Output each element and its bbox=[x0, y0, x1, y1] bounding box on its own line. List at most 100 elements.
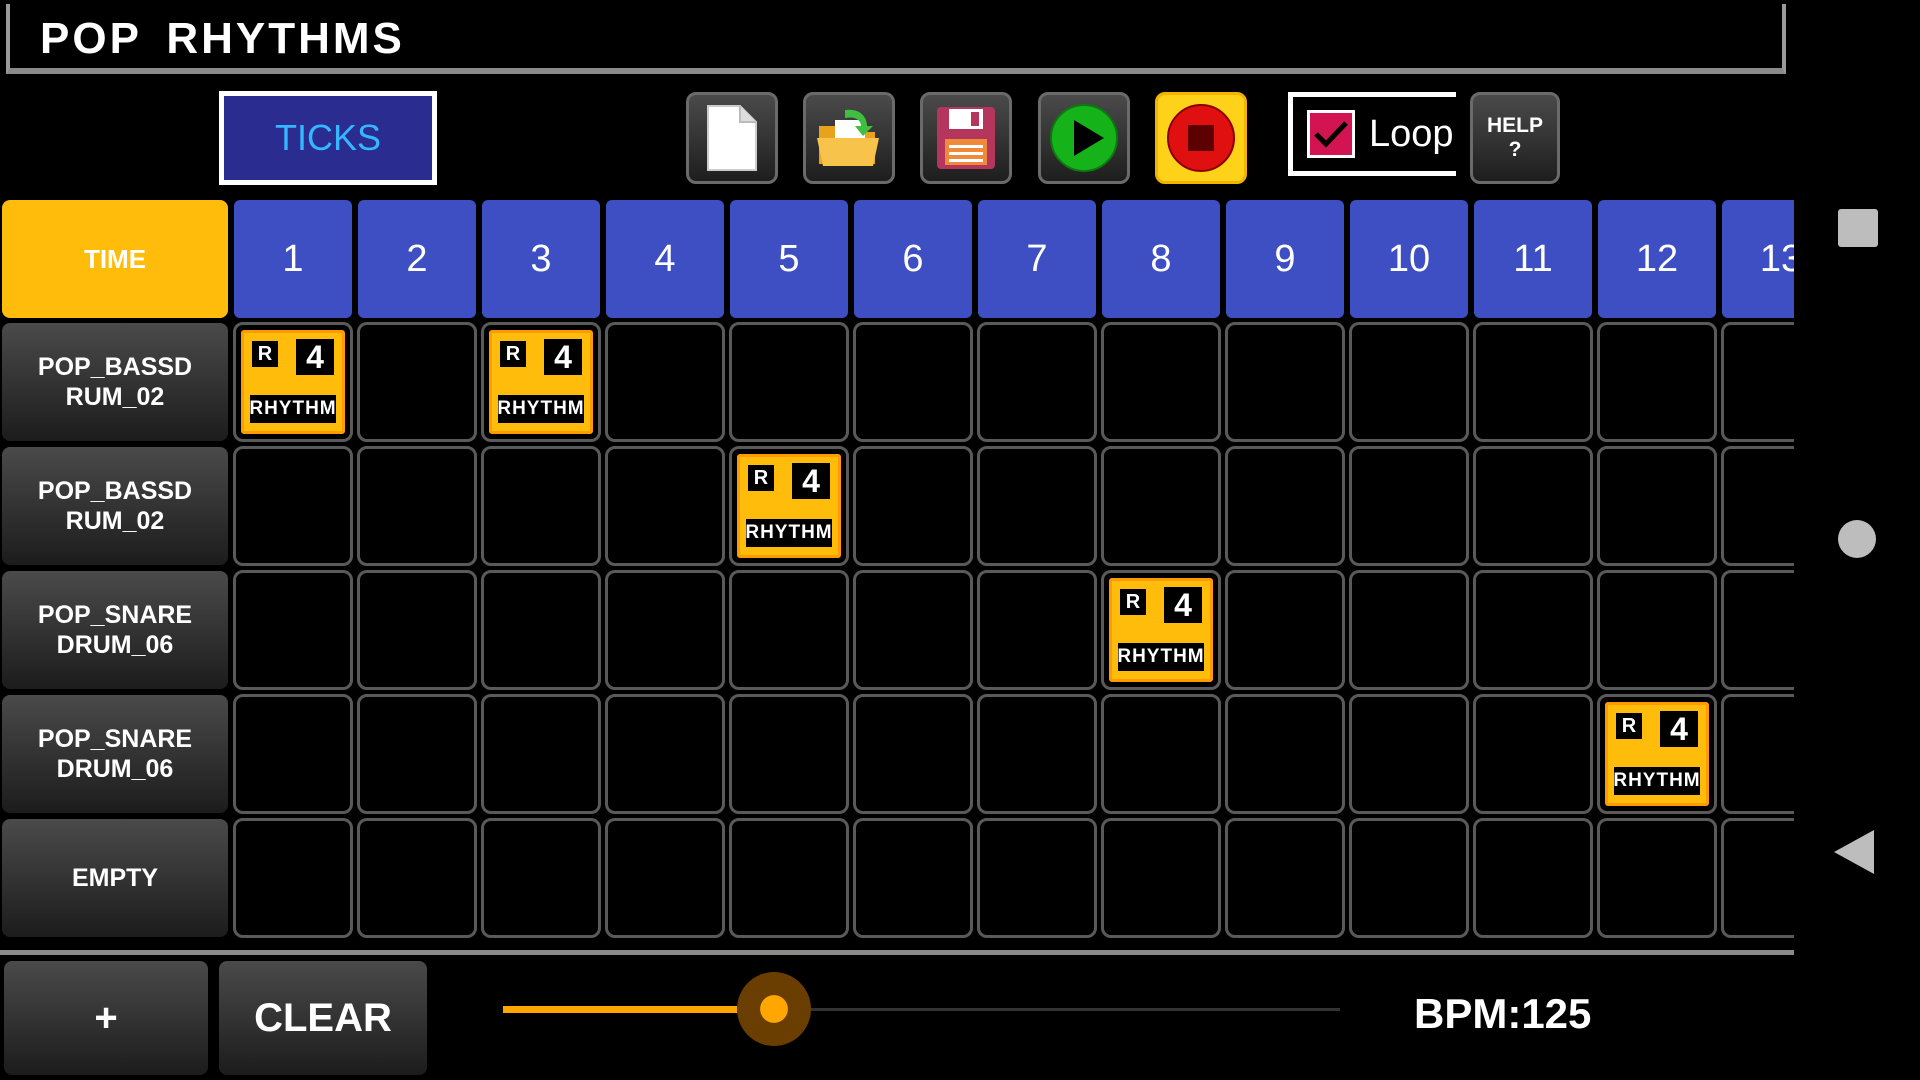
grid-cell[interactable] bbox=[853, 818, 973, 938]
grid-cell[interactable] bbox=[977, 322, 1097, 442]
grid-cell[interactable] bbox=[605, 818, 725, 938]
grid-cell[interactable] bbox=[853, 446, 973, 566]
tempo-slider[interactable] bbox=[503, 972, 1340, 1046]
grid-cell[interactable] bbox=[481, 818, 601, 938]
loop-toggle[interactable]: Loop bbox=[1288, 92, 1456, 176]
grid-cell[interactable] bbox=[1225, 818, 1345, 938]
grid-cell[interactable] bbox=[853, 322, 973, 442]
recent-apps-icon[interactable] bbox=[1838, 209, 1878, 247]
grid-cell[interactable] bbox=[481, 446, 601, 566]
rhythm-block[interactable]: R 4 RHYTHM bbox=[1605, 702, 1709, 806]
sequencer-grid: TIME 1 2 3 4 5 6 7 8 9 10 11 12 13 POP_BASSD RUM_02 R 4 R… bbox=[0, 196, 1794, 944]
grid-cell[interactable] bbox=[1473, 570, 1593, 690]
new-file-button[interactable] bbox=[686, 92, 778, 184]
column-header: 9 bbox=[1226, 200, 1344, 318]
play-button[interactable] bbox=[1038, 92, 1130, 184]
track-label[interactable]: POP_SNARE DRUM_06 bbox=[2, 571, 228, 689]
grid-cell[interactable] bbox=[1349, 446, 1469, 566]
ticks-button[interactable]: TICKS bbox=[219, 91, 437, 185]
rhythm-block[interactable]: R 4 RHYTHM bbox=[489, 330, 593, 434]
grid-cell[interactable] bbox=[1597, 570, 1717, 690]
grid-cell[interactable]: R 4 RHYTHM bbox=[233, 322, 353, 442]
grid-cell[interactable] bbox=[1473, 446, 1593, 566]
grid-cell[interactable] bbox=[1101, 446, 1221, 566]
grid-cell[interactable] bbox=[481, 570, 601, 690]
grid-cell[interactable] bbox=[853, 570, 973, 690]
clear-button[interactable]: CLEAR bbox=[219, 961, 427, 1075]
grid-cell[interactable]: R 4 RHYTHM bbox=[1101, 570, 1221, 690]
grid-cell[interactable] bbox=[1721, 818, 1794, 938]
track-label-text: POP_BASSD RUM_02 bbox=[38, 352, 192, 412]
grid-cell[interactable] bbox=[1473, 818, 1593, 938]
grid-cell[interactable] bbox=[729, 570, 849, 690]
grid-cell[interactable] bbox=[357, 694, 477, 814]
grid-cell[interactable] bbox=[1101, 322, 1221, 442]
tempo-slider-thumb[interactable] bbox=[737, 972, 811, 1046]
track-label[interactable]: EMPTY bbox=[2, 819, 228, 937]
rhythm-block[interactable]: R 4 RHYTHM bbox=[737, 454, 841, 558]
grid-cell[interactable] bbox=[1349, 322, 1469, 442]
grid-cell[interactable] bbox=[729, 818, 849, 938]
grid-cell[interactable] bbox=[1101, 694, 1221, 814]
grid-cell[interactable] bbox=[1597, 322, 1717, 442]
help-button[interactable]: HELP ? bbox=[1470, 92, 1560, 184]
grid-cell[interactable] bbox=[605, 694, 725, 814]
grid-cell[interactable] bbox=[1225, 446, 1345, 566]
grid-cell[interactable] bbox=[1721, 570, 1794, 690]
app-title: POP RHYTHMS bbox=[40, 14, 405, 63]
rhythm-block[interactable]: R 4 RHYTHM bbox=[1109, 578, 1213, 682]
grid-cell[interactable]: R 4 RHYTHM bbox=[1597, 694, 1717, 814]
grid-cell[interactable] bbox=[1349, 694, 1469, 814]
grid-cell[interactable] bbox=[1349, 570, 1469, 690]
home-icon[interactable] bbox=[1838, 520, 1876, 558]
grid-cell[interactable] bbox=[729, 694, 849, 814]
track-label[interactable]: POP_BASSD RUM_02 bbox=[2, 323, 228, 441]
title-bar: POP RHYTHMS bbox=[6, 4, 1786, 74]
grid-cell[interactable] bbox=[233, 818, 353, 938]
stop-button[interactable] bbox=[1155, 92, 1247, 184]
grid-cell[interactable] bbox=[1721, 322, 1794, 442]
track-label[interactable]: POP_BASSD RUM_02 bbox=[2, 447, 228, 565]
grid-cell[interactable] bbox=[1721, 694, 1794, 814]
grid-cell[interactable] bbox=[1225, 570, 1345, 690]
grid-cell[interactable] bbox=[357, 446, 477, 566]
grid-cell[interactable] bbox=[605, 322, 725, 442]
add-row-button[interactable]: + bbox=[4, 961, 208, 1075]
grid-cell[interactable] bbox=[1597, 818, 1717, 938]
grid-cell[interactable] bbox=[977, 694, 1097, 814]
save-button[interactable] bbox=[920, 92, 1012, 184]
grid-cell[interactable] bbox=[357, 818, 477, 938]
grid-cell[interactable] bbox=[977, 446, 1097, 566]
track-label-line: DRUM_06 bbox=[56, 631, 174, 659]
grid-cell[interactable]: R 4 RHYTHM bbox=[729, 446, 849, 566]
grid-cell[interactable] bbox=[605, 446, 725, 566]
grid-cell[interactable] bbox=[1721, 446, 1794, 566]
grid-cell[interactable] bbox=[233, 694, 353, 814]
loop-checkbox[interactable] bbox=[1307, 110, 1355, 158]
grid-cell[interactable] bbox=[729, 322, 849, 442]
grid-cell[interactable] bbox=[233, 570, 353, 690]
rhythm-block-label: RHYTHM bbox=[745, 519, 832, 547]
grid-cell[interactable] bbox=[1101, 818, 1221, 938]
rhythm-block[interactable]: R 4 RHYTHM bbox=[241, 330, 345, 434]
grid-cell[interactable] bbox=[853, 694, 973, 814]
grid-cell[interactable] bbox=[357, 322, 477, 442]
open-file-button[interactable] bbox=[803, 92, 895, 184]
grid-cell[interactable] bbox=[233, 446, 353, 566]
rhythm-count-badge: 4 bbox=[296, 339, 334, 375]
grid-cell[interactable] bbox=[977, 570, 1097, 690]
grid-cell[interactable] bbox=[605, 570, 725, 690]
back-icon[interactable] bbox=[1834, 830, 1874, 874]
grid-cell[interactable] bbox=[977, 818, 1097, 938]
track-label-text: POP_BASSD RUM_02 bbox=[38, 476, 192, 536]
grid-cell[interactable] bbox=[1597, 446, 1717, 566]
grid-cell[interactable] bbox=[1225, 322, 1345, 442]
grid-cell[interactable] bbox=[1473, 322, 1593, 442]
grid-cell[interactable] bbox=[1225, 694, 1345, 814]
grid-cell[interactable] bbox=[1349, 818, 1469, 938]
grid-cell[interactable] bbox=[357, 570, 477, 690]
track-label[interactable]: POP_SNARE DRUM_06 bbox=[2, 695, 228, 813]
grid-cell[interactable]: R 4 RHYTHM bbox=[481, 322, 601, 442]
grid-cell[interactable] bbox=[481, 694, 601, 814]
grid-cell[interactable] bbox=[1473, 694, 1593, 814]
